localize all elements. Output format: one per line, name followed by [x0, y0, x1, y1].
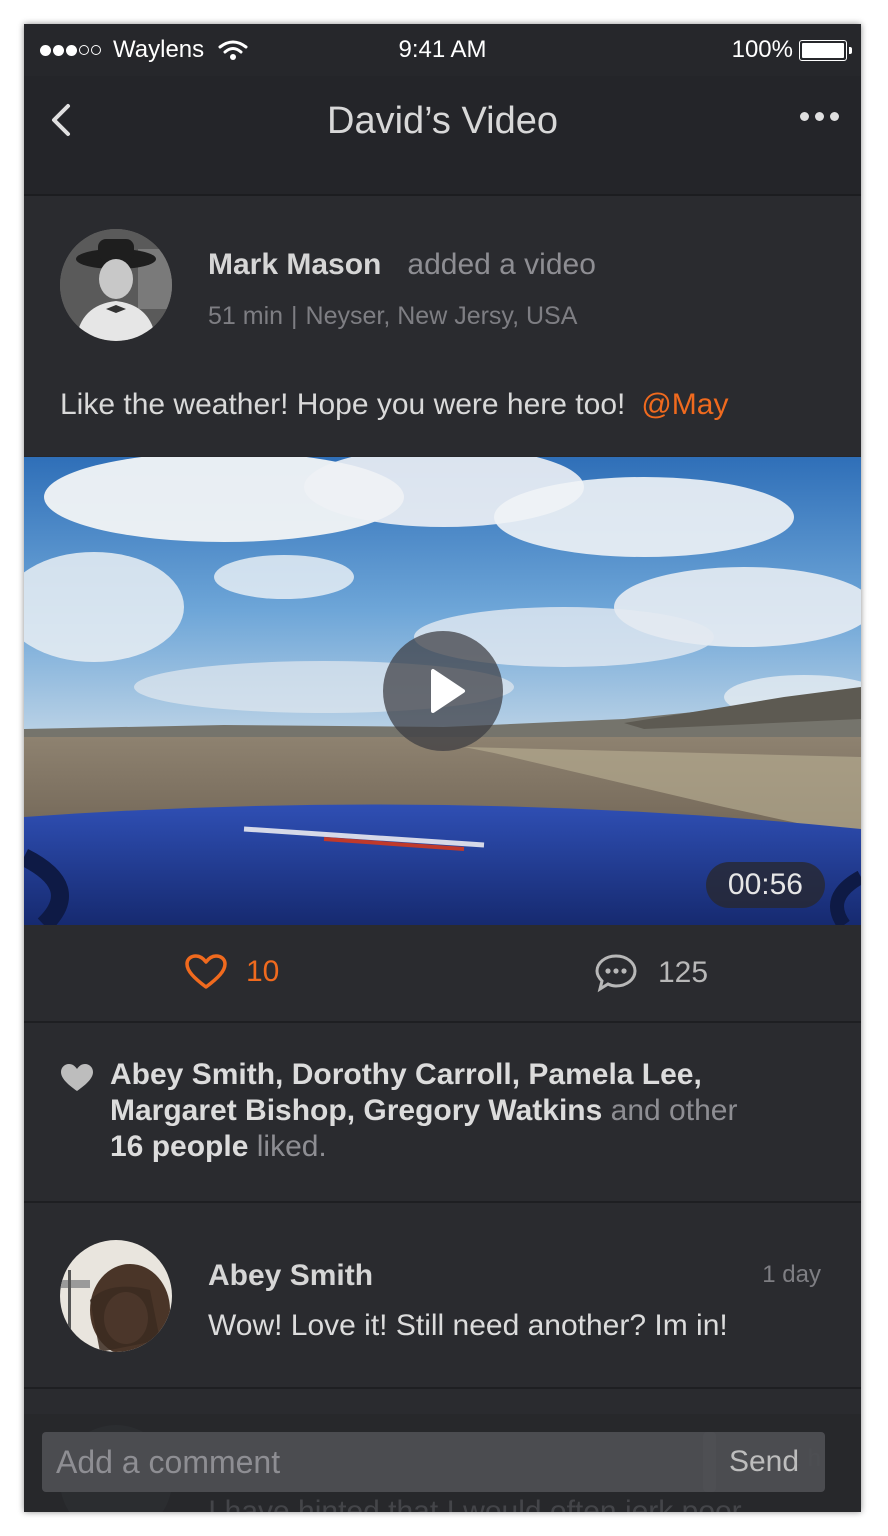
meta-separator: |: [291, 302, 298, 330]
comment-time: 1 day: [762, 1261, 821, 1288]
post-header: Mark Mason added a video 51 min | Neyser, N…: [24, 196, 861, 456]
more-horizontal-icon: [800, 112, 809, 121]
avatar[interactable]: [60, 229, 172, 341]
comment-item: Abey Smith 1 day Wow! Love it! Still nee…: [24, 1203, 861, 1389]
phone-screen: Waylens 9:41 AM 100% David’s Video Mark …: [24, 24, 861, 1512]
more-options-button[interactable]: [800, 112, 839, 121]
heart-outline-icon: [185, 954, 227, 989]
more-horizontal-icon: [815, 112, 824, 121]
likes-suffix: liked.: [256, 1130, 327, 1163]
likes-and-other: and other: [610, 1094, 738, 1127]
likes-summary: Abey Smith, Dorothy Carroll, Pamela Lee,…: [24, 1023, 861, 1203]
comment-input-bar: Send: [24, 1414, 861, 1512]
post-meta: 51 min | Neyser, New Jersy, USA: [208, 302, 577, 331]
video-player[interactable]: 00:56: [24, 457, 861, 925]
avatar[interactable]: [60, 1240, 172, 1352]
author-line: Mark Mason added a video: [208, 248, 596, 282]
heart-filled-icon: [61, 1064, 93, 1091]
navigation-bar: David’s Video: [24, 76, 861, 196]
likes-people-count[interactable]: 16 people: [110, 1130, 248, 1163]
more-horizontal-icon: [830, 112, 839, 121]
caption-text: Like the weather! Hope you were here too…: [60, 388, 626, 421]
like-button[interactable]: 10: [184, 953, 279, 991]
status-bar: Waylens 9:41 AM 100%: [24, 24, 861, 76]
play-button[interactable]: [383, 631, 503, 751]
send-button[interactable]: Send: [703, 1432, 825, 1492]
status-right: 100%: [731, 36, 852, 64]
post-caption: Like the weather! Hope you were here too…: [60, 388, 728, 422]
battery-icon: [799, 39, 852, 61]
post-actions: 10 125: [24, 925, 861, 1023]
comment-input[interactable]: [42, 1432, 716, 1492]
liker-names-1[interactable]: Abey Smith, Dorothy Carroll, Pamela Lee,: [110, 1058, 702, 1091]
comment-bubble-icon: [595, 954, 637, 993]
likes-text: Abey Smith, Dorothy Carroll, Pamela Lee,…: [110, 1057, 830, 1165]
comment-text: Wow! Love it! Still need another? Im in!: [208, 1309, 728, 1342]
battery-percent: 100%: [731, 36, 793, 63]
commenter-avatar-image: [60, 1240, 172, 1352]
mention-link[interactable]: @May: [641, 388, 728, 421]
author-avatar-image: [60, 229, 172, 341]
comment-count: 125: [658, 956, 709, 989]
author-name[interactable]: Mark Mason: [208, 248, 381, 281]
page-title: David’s Video: [327, 100, 558, 142]
like-count: 10: [246, 955, 280, 988]
post-action: added a video: [407, 248, 596, 281]
comment-button[interactable]: 125: [594, 953, 708, 993]
liker-names-2[interactable]: Margaret Bishop, Gregory Watkins: [110, 1094, 602, 1127]
post-location: Neyser, New Jersy, USA: [305, 302, 578, 330]
comment-author[interactable]: Abey Smith: [208, 1259, 373, 1293]
video-duration: 00:56: [705, 862, 825, 908]
play-icon: [431, 669, 465, 713]
post-time: 51 min: [208, 302, 284, 330]
